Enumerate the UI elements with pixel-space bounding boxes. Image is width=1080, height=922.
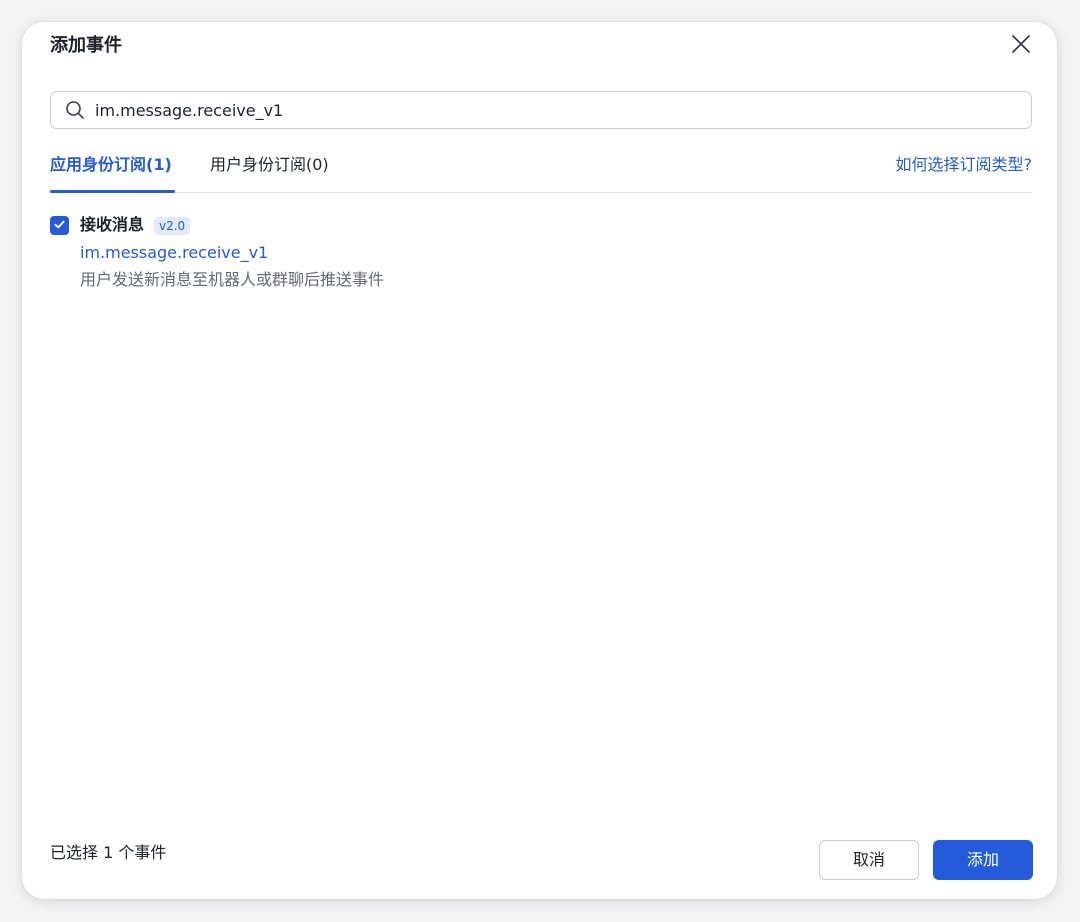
help-link[interactable]: 如何选择订阅类型?	[896, 154, 1033, 176]
tab-app-identity[interactable]: 应用身份订阅(1)	[50, 154, 172, 176]
checkmark-icon	[53, 216, 66, 235]
close-button[interactable]	[1007, 32, 1035, 60]
event-description: 用户发送新消息至机器人或群聊后推送事件	[80, 270, 385, 289]
tab-user-identity[interactable]: 用户身份订阅(0)	[210, 154, 329, 176]
version-badge: v2.0	[154, 217, 191, 235]
search-box[interactable]	[50, 91, 1032, 129]
search-icon	[65, 100, 85, 120]
subscription-tabs: 应用身份订阅(1) 用户身份订阅(0) 如何选择订阅类型?	[50, 142, 1032, 193]
add-event-dialog: 添加事件 应用身份订阅(1) 用户身份订阅(0) 如何选择订阅类型?	[22, 22, 1057, 899]
close-icon	[1010, 33, 1032, 59]
dialog-title: 添加事件	[50, 35, 122, 56]
add-button[interactable]: 添加	[933, 840, 1033, 880]
selected-count: 已选择 1 个事件	[50, 843, 167, 862]
cancel-button[interactable]: 取消	[819, 840, 919, 880]
active-tab-indicator	[50, 190, 175, 193]
event-name: 接收消息	[80, 215, 145, 234]
search-input[interactable]	[95, 100, 995, 120]
event-checkbox[interactable]	[50, 216, 69, 235]
event-key: im.message.receive_v1	[80, 243, 269, 262]
